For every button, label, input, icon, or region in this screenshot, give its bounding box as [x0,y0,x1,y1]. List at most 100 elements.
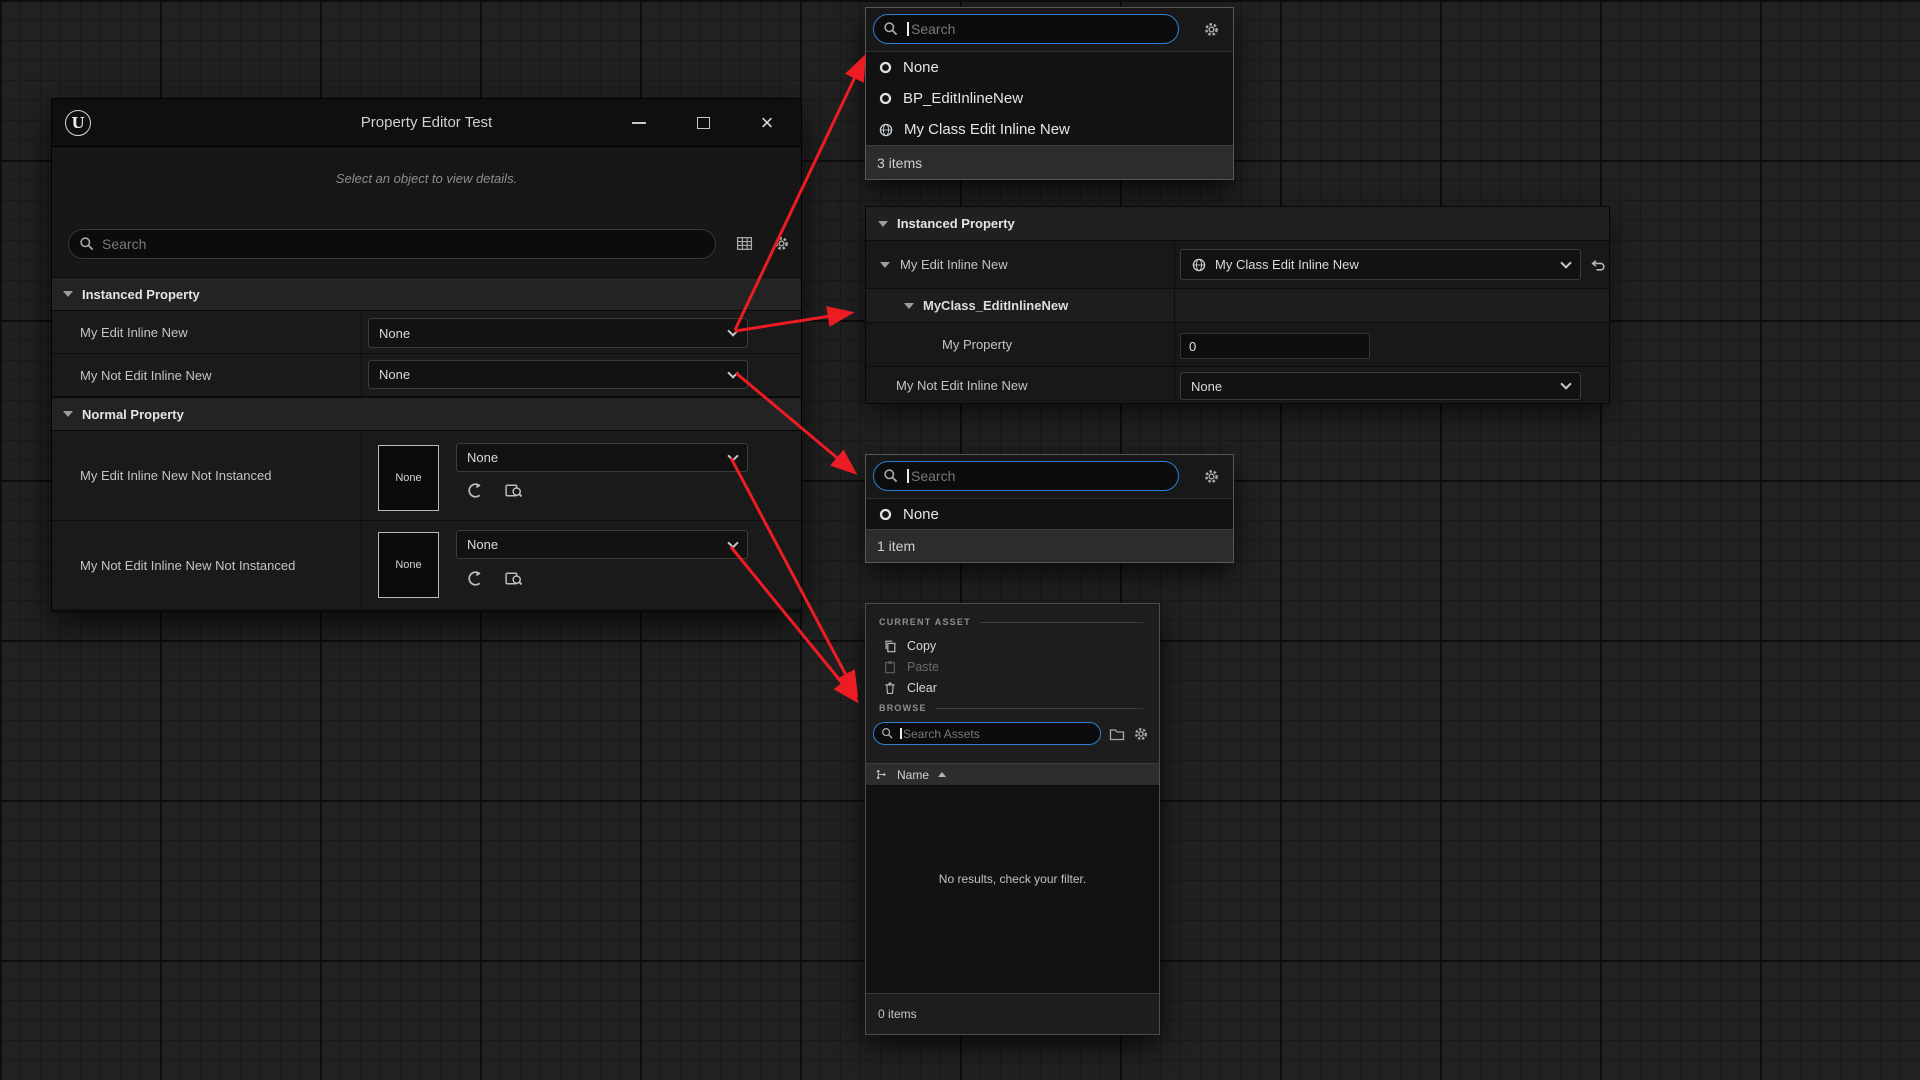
list-item-none[interactable]: None [866,499,1233,530]
class-picker-popup-large: Search None BP_EditInlineNew My Class Ed… [865,7,1234,180]
item-count-footer: 1 item [866,529,1233,562]
list-item-my-class-edit-inline-new[interactable]: My Class Edit Inline New [866,114,1233,145]
search-assets-input[interactable]: Search Assets [873,722,1101,745]
browse-to-asset-icon[interactable] [504,481,523,500]
collapse-arrow-icon[interactable] [904,303,914,309]
dropdown-value: My Class Edit Inline New [1215,257,1359,272]
field-value: 0 [1189,339,1196,354]
maximize-icon [697,117,710,129]
chevron-down-icon [727,325,738,336]
search-icon [881,727,894,740]
clear-menu-item[interactable]: Clear [866,677,1159,698]
settings-gear-icon[interactable] [1133,726,1149,742]
hierarchy-icon[interactable] [875,768,888,781]
paste-icon [883,660,897,674]
settings-gear-icon[interactable] [1203,468,1220,485]
chevron-down-icon [727,450,738,461]
use-selected-asset-icon[interactable] [466,569,485,588]
category-label: Normal Property [82,407,184,422]
radio-circle-icon [878,507,893,522]
my-not-edit-inline-new-dropdown[interactable]: None [368,360,748,389]
item-count-footer: 0 items [866,993,1159,1034]
class-list: None BP_EditInlineNew My Class Edit Inli… [866,51,1233,145]
close-icon: × [761,114,774,132]
menu-item-label: Copy [907,639,936,653]
category-instanced-property[interactable]: Instanced Property [866,207,1609,241]
column-splitter[interactable] [361,431,362,610]
property-label: My Edit Inline New [900,257,1008,272]
reset-to-default-icon[interactable] [1589,256,1606,273]
unreal-logo-icon: U [65,110,91,136]
collapse-arrow-icon[interactable] [878,221,888,227]
item-label: BP_EditInlineNew [903,90,1023,107]
copy-icon [883,639,897,653]
my-not-edit-inline-new-dropdown[interactable]: None [1180,372,1581,400]
search-placeholder: Search [911,468,955,484]
use-selected-asset-icon[interactable] [466,481,485,500]
radio-circle-icon [878,91,893,106]
minimize-icon [632,122,646,124]
name-column-header[interactable]: Name [897,768,929,782]
settings-gear-icon[interactable] [773,235,790,252]
class-search-input[interactable]: Search [873,461,1179,491]
text-caret [907,22,909,36]
blueprint-grid-background: U Property Editor Test × Select an objec… [0,0,1920,1080]
list-item-bp-editinlinenew[interactable]: BP_EditInlineNew [866,83,1233,114]
browse-heading: BROWSE [879,703,1153,713]
search-placeholder: Search Assets [903,727,980,741]
settings-gear-icon[interactable] [1203,21,1220,38]
category-normal-property[interactable]: Normal Property [52,397,801,431]
column-splitter[interactable] [361,311,362,397]
minimize-button[interactable] [629,113,649,133]
collapse-arrow-icon[interactable] [63,291,73,297]
list-item-none[interactable]: None [866,52,1233,83]
details-hint-text: Select an object to view details. [52,148,801,208]
current-asset-heading: CURRENT ASSET [879,617,1153,627]
chevron-down-icon [1560,257,1571,268]
category-instanced-property[interactable]: Instanced Property [52,277,801,311]
asset-thumbnail[interactable]: None [378,532,439,598]
my-edit-inline-new-dropdown[interactable]: My Class Edit Inline New [1180,249,1581,280]
item-count-footer: 3 items [866,145,1233,179]
window-controls: × [629,113,777,133]
class-sphere-icon [878,122,894,138]
asset-dropdown[interactable]: None [456,530,748,559]
my-property-number-field[interactable]: 0 [1180,333,1370,359]
my-edit-inline-new-dropdown[interactable]: None [368,318,748,348]
property-label: My Not Edit Inline New [866,378,1028,393]
search-placeholder: Search [911,21,955,37]
category-label: Instanced Property [897,216,1015,231]
instanced-details-panel: Instanced Property My Edit Inline New My… [865,206,1610,404]
class-search-input[interactable]: Search [873,14,1179,44]
asset-picker-menu: CURRENT ASSET Copy Paste Clear BROWSE Se… [865,603,1160,1035]
close-button[interactable]: × [757,113,777,133]
expander-arrow-icon[interactable] [880,262,890,268]
collapse-arrow-icon[interactable] [63,411,73,417]
paste-menu-item[interactable]: Paste [866,656,1159,677]
search-icon [79,236,95,252]
subcategory-myclass-editinlinenew[interactable]: MyClass_EditInlineNew [866,289,1609,323]
chevron-down-icon [727,537,738,548]
text-caret [900,728,902,739]
maximize-button[interactable] [693,113,713,133]
view-options-icon[interactable] [736,235,753,252]
class-list: None [866,498,1233,529]
asset-thumbnail[interactable]: None [378,445,439,511]
column-splitter[interactable] [1174,241,1175,403]
browse-to-asset-icon[interactable] [504,569,523,588]
class-sphere-icon [1191,257,1207,273]
thumbnail-label: None [395,559,421,571]
sort-ascending-icon[interactable] [938,772,946,777]
text-caret [907,469,909,483]
folder-icon[interactable] [1109,726,1125,742]
asset-list-area[interactable]: No results, check your filter. [866,786,1159,993]
radio-circle-icon [878,60,893,75]
copy-menu-item[interactable]: Copy [866,635,1159,656]
dropdown-value: None [379,326,410,341]
title-bar[interactable]: U Property Editor Test × [52,99,801,147]
subcategory-label: MyClass_EditInlineNew [923,298,1068,313]
search-input[interactable]: Search [68,229,716,259]
asset-dropdown[interactable]: None [456,443,748,472]
divider [936,708,1143,709]
menu-item-label: Clear [907,681,937,695]
